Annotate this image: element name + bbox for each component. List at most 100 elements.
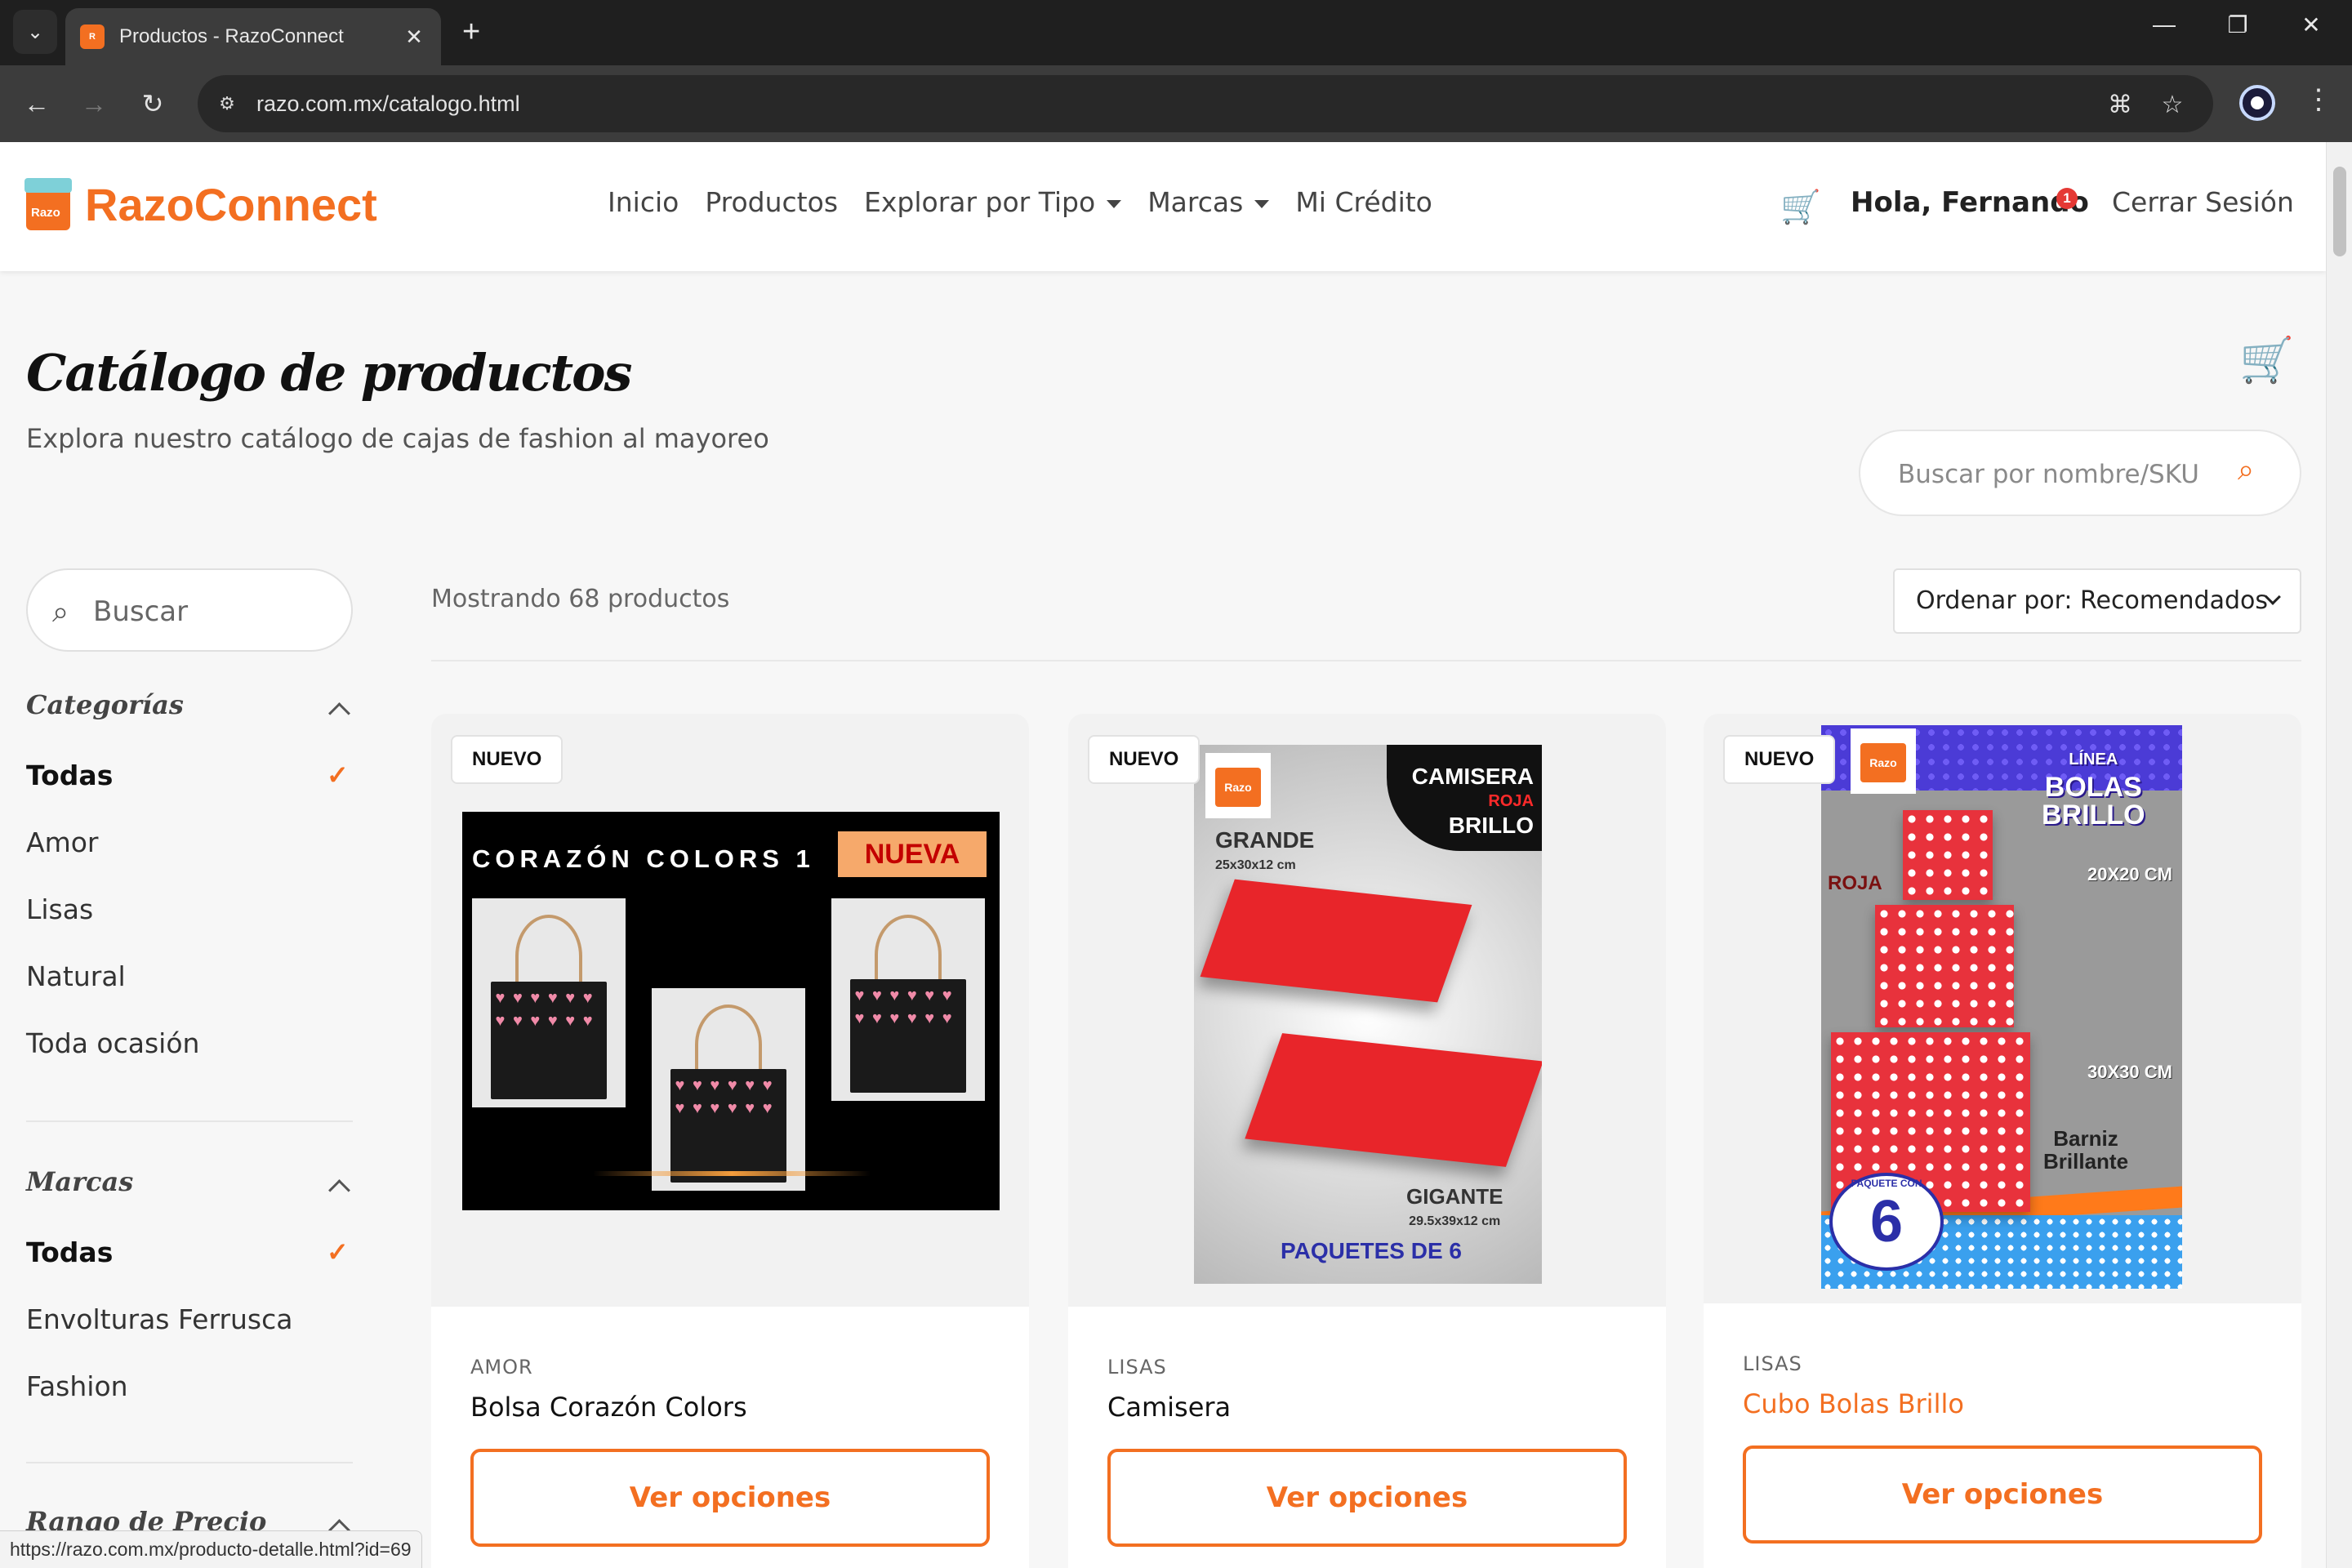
product-image[interactable]: LÍNEA BOLAS BRILLO ROJA 20X20 CM 30X30 C… [1821, 725, 2182, 1289]
bookmark-star-icon[interactable]: ☆ [2156, 88, 2189, 121]
product-category: AMOR [470, 1356, 533, 1379]
brand-envolturas-ferrusca[interactable]: Envolturas Ferrusca [26, 1303, 293, 1335]
brand-fashion[interactable]: Fashion [26, 1370, 128, 1402]
dropdown-caret-icon [1254, 199, 1270, 208]
new-badge: NUEVO [451, 735, 564, 784]
categories-title[interactable]: Categorías [26, 689, 184, 720]
header-cart-icon[interactable]: 🛒 [1780, 188, 1821, 226]
image-size-grande: GRANDE 25x30x12 cm [1215, 827, 1315, 873]
polka-box-image [1903, 810, 1993, 900]
sort-label: Ordenar por: Recomendados [1916, 586, 2268, 615]
translate-icon[interactable]: ⌘ [2104, 88, 2136, 121]
product-search-box: ⌕ [1859, 430, 2301, 516]
product-name[interactable]: Camisera [1107, 1392, 1231, 1423]
sidebar-divider [26, 1120, 353, 1122]
search-icon: ⌕ [52, 595, 69, 628]
nav-explorar-por-tipo[interactable]: Explorar por Tipo [864, 186, 1122, 218]
sidebar-search-box: ⌕ [26, 568, 353, 652]
image-title: CORAZÓN COLORS 1 [472, 844, 815, 873]
check-icon: ✓ [327, 760, 349, 790]
reload-icon[interactable]: ↻ [134, 85, 172, 122]
category-natural[interactable]: Natural [26, 960, 126, 992]
image-tag: NUEVA [838, 831, 987, 877]
nav-inicio[interactable]: Inicio [608, 186, 679, 218]
dropdown-caret-icon [1107, 199, 1122, 208]
product-category: LISAS [1107, 1356, 1167, 1379]
nav-mi-credito[interactable]: Mi Crédito [1295, 186, 1432, 218]
category-toda-ocasion[interactable]: Toda ocasión [26, 1027, 199, 1059]
category-amor[interactable]: Amor [26, 826, 98, 858]
image-dimension: 30X30 CM [2087, 1062, 2172, 1082]
nav-productos[interactable]: Productos [705, 186, 838, 218]
forward-icon[interactable]: → [75, 85, 113, 122]
product-image-area[interactable]: LÍNEA BOLAS BRILLO ROJA 20X20 CM 30X30 C… [1704, 714, 2301, 1303]
restore-icon[interactable]: ❐ [2213, 11, 2262, 38]
browser-tab[interactable]: R Productos - RazoConnect ✕ [65, 8, 441, 65]
product-image-area[interactable]: CORAZÓN COLORS 1 NUEVA NUEVO [431, 714, 1029, 1307]
browser-toolbar: ← → ↻ ⚙ razo.com.mx/catalogo.html ⌘ ☆ ⋮ [0, 65, 2352, 142]
brands-title[interactable]: Marcas [26, 1166, 133, 1197]
search-icon[interactable]: ⌕ [2238, 452, 2254, 488]
product-card[interactable]: LÍNEA BOLAS BRILLO ROJA 20X20 CM 30X30 C… [1704, 714, 2301, 1568]
view-options-button[interactable]: Ver opciones [1107, 1449, 1627, 1547]
address-bar[interactable]: ⚙ razo.com.mx/catalogo.html ⌘ ☆ [198, 75, 2213, 132]
sidebar-search-input[interactable] [93, 591, 338, 632]
polka-box-image [1875, 905, 2014, 1027]
bag-image [472, 898, 626, 1107]
image-pack-badge: PAQUETE CON 6 [1829, 1173, 1944, 1271]
close-tab-icon[interactable]: ✕ [402, 24, 426, 50]
image-finish-text: Barniz Brillante [2043, 1126, 2129, 1174]
window-close-icon[interactable]: ✕ [2287, 11, 2336, 38]
image-headline: CAMISERA ROJA BRILLO [1411, 764, 1534, 838]
sort-select[interactable]: Ordenar por: Recomendados [1893, 568, 2301, 634]
product-image[interactable]: CAMISERA ROJA BRILLO GRANDE 25x30x12 cm … [1194, 745, 1542, 1284]
user-greeting[interactable]: Hola, Fernando [1851, 186, 2089, 219]
product-category: LISAS [1743, 1352, 1802, 1375]
check-icon: ✓ [327, 1237, 349, 1267]
product-card[interactable]: CORAZÓN COLORS 1 NUEVA NUEVO AMOR Bolsa … [431, 714, 1029, 1568]
listing-divider [431, 660, 2301, 662]
url-text[interactable]: razo.com.mx/catalogo.html [256, 91, 520, 117]
view-options-button[interactable]: Ver opciones [1743, 1446, 2262, 1544]
bag-image [652, 988, 805, 1191]
logo-gift-icon[interactable]: Razo [24, 178, 72, 230]
view-options-button[interactable]: Ver opciones [470, 1449, 990, 1547]
image-headline: LÍNEA BOLAS BRILLO [2042, 751, 2145, 831]
tab-search-button[interactable]: ⌄ [13, 10, 57, 54]
bag-image [831, 898, 985, 1101]
brand-todas[interactable]: Todas [26, 1236, 113, 1268]
product-image[interactable]: CORAZÓN COLORS 1 NUEVA [462, 812, 1000, 1210]
back-icon[interactable]: ← [18, 85, 56, 122]
category-lisas[interactable]: Lisas [26, 893, 93, 925]
floating-cart-icon[interactable]: 🛒 [2239, 335, 2294, 386]
product-count: Mostrando 68 productos [431, 585, 730, 613]
site-header: Razo RazoConnect Inicio Productos Explor… [0, 142, 2326, 271]
new-tab-button[interactable]: + [462, 15, 480, 50]
logo-text[interactable]: RazoConnect [85, 178, 377, 231]
razo-logo-icon [1851, 728, 1916, 794]
chevron-up-icon[interactable] [327, 697, 351, 722]
chevron-up-icon[interactable] [327, 1174, 351, 1199]
site-info-icon[interactable]: ⚙ [212, 89, 242, 118]
page-scrollbar[interactable] [2326, 142, 2352, 1568]
product-name[interactable]: Bolsa Corazón Colors [470, 1392, 747, 1423]
page-subtitle: Explora nuestro catálogo de cajas de fas… [26, 423, 769, 454]
logout-link[interactable]: Cerrar Sesión [2112, 186, 2294, 218]
product-image-area[interactable]: CAMISERA ROJA BRILLO GRANDE 25x30x12 cm … [1068, 714, 1666, 1307]
notification-badge[interactable]: 1 [2056, 188, 2078, 209]
image-dimension: 20X20 CM [2087, 864, 2172, 884]
minimize-icon[interactable]: — [2140, 11, 2189, 38]
glow-line [593, 1171, 871, 1176]
scroll-thumb[interactable] [2333, 167, 2346, 256]
product-card[interactable]: CAMISERA ROJA BRILLO GRANDE 25x30x12 cm … [1068, 714, 1666, 1568]
sidebar-divider [26, 1462, 353, 1463]
new-badge: NUEVO [1723, 735, 1836, 784]
category-todas[interactable]: Todas [26, 760, 113, 791]
product-name[interactable]: Cubo Bolas Brillo [1743, 1388, 1964, 1419]
red-box-image [1245, 1033, 1542, 1167]
browser-tab-bar: ⌄ R Productos - RazoConnect ✕ + — ❐ ✕ [0, 0, 2352, 65]
profile-avatar[interactable] [2239, 85, 2275, 121]
nav-marcas[interactable]: Marcas [1147, 186, 1270, 218]
product-search-input[interactable] [1898, 454, 2225, 495]
browser-menu-icon[interactable]: ⋮ [2305, 83, 2332, 116]
